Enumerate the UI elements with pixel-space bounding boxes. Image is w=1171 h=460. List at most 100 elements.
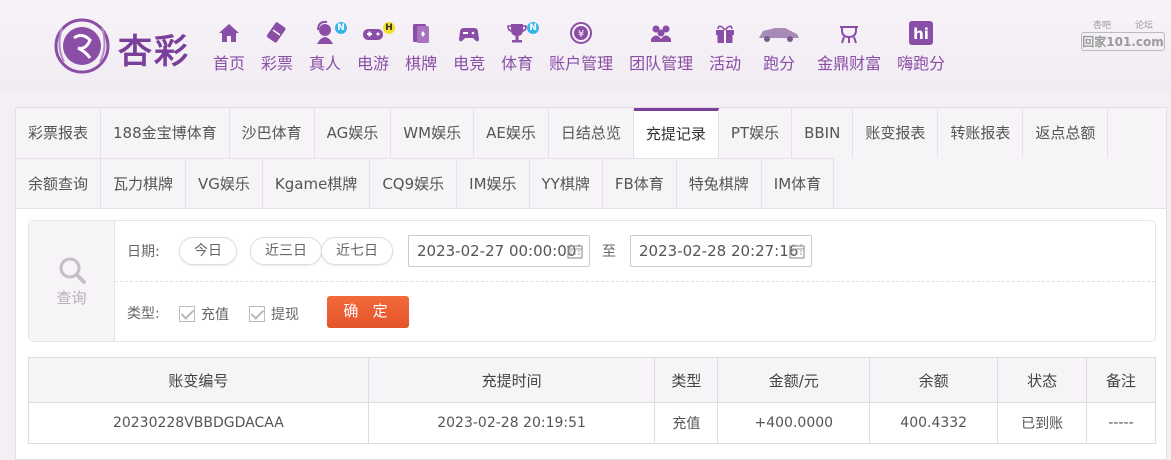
start-date-input[interactable]: 2023-02-27 00:00:00	[408, 235, 590, 267]
to-label: 至	[602, 244, 616, 260]
transaction-id-cell: 20230228VBBDGDACAA	[28, 402, 369, 444]
brand-logo[interactable]: 杏彩	[52, 16, 212, 76]
table-header-row: 账变编号 充提时间 类型 金额/元 余额 状态 备注	[28, 357, 1156, 403]
esports-controller-icon	[459, 28, 480, 42]
tab-tabs-row1-7[interactable]: 充提记录	[633, 108, 719, 158]
deposit-checkbox[interactable]: 充值	[179, 304, 229, 324]
calendar-icon	[789, 244, 805, 259]
checkbox[interactable]	[179, 306, 195, 322]
home-icon	[219, 24, 239, 42]
nav-item-lottery[interactable]: 彩票	[253, 18, 301, 78]
last-7-days-button[interactable]: 近七日	[321, 237, 393, 265]
tab-tabs-row2-6[interactable]: YY棋牌	[529, 158, 603, 208]
tab-tabs-row2-4[interactable]: CQ9娱乐	[370, 158, 458, 208]
tab-tabs-row1-10[interactable]: 账变报表	[853, 108, 939, 158]
tab-tabs-row2-9[interactable]: IM体育	[761, 158, 835, 208]
end-date-input[interactable]: 2023-02-28 20:27:16	[630, 235, 812, 267]
type-label: 类型:	[127, 306, 160, 322]
tab-tabs-row1-0[interactable]: 彩票报表	[16, 108, 102, 158]
nav-label: 嗨跑分	[897, 54, 946, 73]
col-header-time: 充提时间	[367, 357, 656, 403]
tab-tabs-row1-9[interactable]: BBIN	[792, 108, 854, 158]
lottery-ticket-icon	[266, 22, 286, 43]
gamepad-icon	[363, 29, 384, 40]
nav-item-chess[interactable]: 棋牌	[397, 18, 445, 78]
nav-label: 首页	[213, 54, 246, 73]
tab-tabs-row2-8[interactable]: 特兔棋牌	[676, 158, 762, 208]
nav-item-account[interactable]: ¥ 账户管理	[541, 18, 621, 78]
date-label: 日期:	[127, 244, 160, 260]
nav-label: 活动	[709, 54, 742, 73]
search-panel: 查询 日期: 今日 近三日 近七日 2023-02-27 00:00:00 至 …	[28, 220, 1156, 342]
type-cell: 充值	[654, 402, 719, 444]
type-row: 类型: 充值 提现 确 定	[115, 282, 1155, 342]
report-tabs: 彩票报表 188金宝博体育 沙巴体育 AG娱乐 WM娱乐 AE娱乐 日结总览 充提记录 PT娱乐…	[16, 108, 1166, 209]
tab-tabs-row2-0[interactable]: 余额查询	[16, 158, 102, 208]
brand-emblem-icon	[54, 18, 110, 74]
nav-label: 真人	[309, 54, 342, 73]
col-header-type: 类型	[654, 357, 719, 403]
confirm-button[interactable]: 确 定	[327, 296, 409, 328]
tab-tabs-row1-6[interactable]: 日结总览	[549, 108, 634, 158]
tab-tabs-row1-1[interactable]: 188金宝博体育	[101, 108, 230, 158]
date-row: 日期: 今日 近三日 近七日 2023-02-27 00:00:00 至 202…	[115, 221, 1155, 282]
watermark-text: 论坛	[1134, 21, 1153, 31]
search-label: 查询	[56, 288, 87, 307]
tab-tabs-row2-7[interactable]: FB体育	[602, 158, 677, 208]
new-badge: N	[527, 22, 540, 34]
nav-item-slots[interactable]: H 电游	[349, 18, 397, 78]
tabs-row-1: 彩票报表 188金宝博体育 沙巴体育 AG娱乐 WM娱乐 AE娱乐 日结总览 充提记录 PT娱乐…	[16, 108, 1166, 158]
yen-coin-icon: ¥	[570, 22, 593, 44]
nav-label: 团队管理	[629, 54, 694, 73]
nav-label: 电竞	[453, 54, 486, 73]
today-button[interactable]: 今日	[179, 237, 237, 265]
nav-item-live[interactable]: N 真人	[301, 18, 349, 78]
withdraw-checkbox[interactable]: 提现	[249, 304, 299, 324]
nav-label: 跑分	[763, 54, 796, 73]
cards-icon	[413, 24, 430, 43]
tab-tabs-row1-5[interactable]: AE娱乐	[474, 108, 549, 158]
records-table: 账变编号 充提时间 类型 金额/元 余额 状态 备注 20230228VBBDG…	[28, 357, 1156, 444]
tab-tabs-row1-12[interactable]: 返点总额	[1023, 108, 1109, 158]
amount-cell: +400.0000	[717, 402, 871, 444]
nav-label: 电游	[357, 54, 390, 73]
nav-item-sports[interactable]: N 体育	[493, 18, 541, 78]
balance-cell: 400.4332	[869, 402, 999, 444]
deposit-label: 充值	[201, 307, 229, 323]
remark-cell: -----	[1086, 402, 1156, 444]
racing-car-icon	[759, 28, 800, 42]
last-3-days-button[interactable]: 近三日	[250, 237, 322, 265]
nav-item-home[interactable]: 首页	[205, 18, 253, 78]
calendar-icon	[567, 244, 583, 259]
nav-label: 体育	[501, 54, 534, 73]
withdraw-label: 提现	[271, 307, 299, 323]
tab-tabs-row1-2[interactable]: 沙巴体育	[230, 108, 315, 158]
tab-tabs-row1-11[interactable]: 转账报表	[938, 108, 1024, 158]
top-header: 杏彩 首页 彩票 N 真人 H 电游 棋牌 电竞 N 体育 ¥ 账户管理 团队管…	[0, 0, 1171, 92]
checkbox[interactable]	[249, 306, 265, 322]
tab-tabs-row1-4[interactable]: WM娱乐	[391, 108, 475, 158]
search-button[interactable]: 查询	[29, 221, 115, 341]
report-card: 彩票报表 188金宝博体育 沙巴体育 AG娱乐 WM娱乐 AE娱乐 日结总览 充提记录 PT娱乐…	[15, 107, 1167, 460]
time-cell: 2023-02-28 20:19:51	[367, 402, 656, 444]
nav-item-activity[interactable]: 活动	[701, 18, 749, 78]
start-date-value: 2023-02-27 00:00:00	[417, 242, 577, 260]
col-header-transaction-id: 账变编号	[28, 357, 369, 403]
tab-tabs-row2-3[interactable]: Kgame棋牌	[262, 158, 371, 208]
tab-tabs-row2-2[interactable]: VG娱乐	[186, 158, 263, 208]
tab-tabs-row1-8[interactable]: PT娱乐	[719, 108, 793, 158]
search-icon	[59, 257, 86, 284]
nav-item-hi-running[interactable]: hi 嗨跑分	[889, 18, 953, 78]
tab-tabs-row2-1[interactable]: 瓦力棋牌	[101, 158, 187, 208]
nav-item-esports[interactable]: 电竞	[445, 18, 493, 78]
forum-watermark: 杏吧 论坛 回家101.com	[1081, 18, 1165, 52]
watermark-text: 回家101.com	[1081, 32, 1165, 51]
nav-item-team[interactable]: 团队管理	[621, 18, 701, 78]
col-header-status: 状态	[997, 357, 1088, 403]
tab-tabs-row1-3[interactable]: AG娱乐	[315, 108, 392, 158]
tab-tabs-row2-5[interactable]: IM娱乐	[457, 158, 530, 208]
svg-text:hi: hi	[913, 25, 929, 43]
nav-item-jinding[interactable]: 金鼎财富	[809, 18, 889, 78]
hi-logo-icon: hi	[909, 21, 934, 45]
nav-item-running-score[interactable]: 跑分	[749, 18, 809, 78]
